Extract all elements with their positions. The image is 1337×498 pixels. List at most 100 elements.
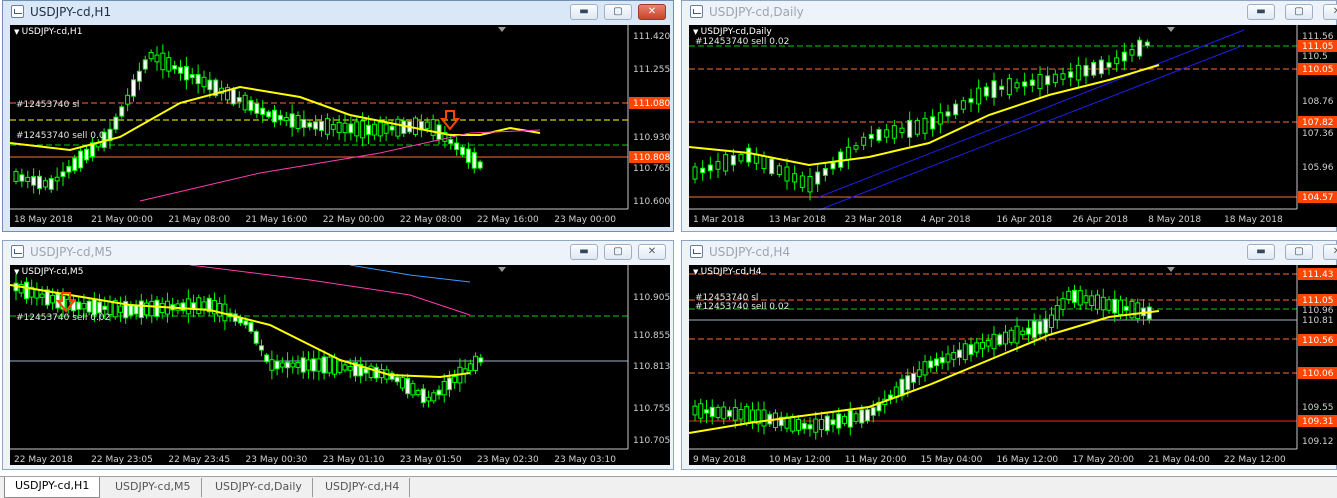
maximize-button[interactable]: ▢ (1285, 244, 1313, 260)
chart-symbol-label[interactable]: USDJPY-cd,H4 (693, 267, 762, 277)
candle-body (471, 152, 477, 169)
candle-body (997, 334, 1003, 346)
minimize-button[interactable]: ▬ (570, 4, 598, 20)
time-axis-label: 23 May 03:10 (554, 455, 616, 465)
candle-body (420, 388, 426, 404)
candle-body (916, 369, 922, 377)
candle-body (34, 289, 40, 299)
window-titlebar[interactable]: USDJPY-cd,Daily ▬ ▢ ✕ (682, 1, 1337, 23)
chart-symbol-label[interactable]: USDJPY-cd,M5 (14, 267, 84, 277)
candle-body (138, 300, 144, 319)
candle-body (730, 155, 736, 166)
price-axis-label: 109.31 (1302, 417, 1334, 427)
time-axis-label: 21 May 08:00 (168, 215, 230, 225)
time-axis-label: 15 May 04:00 (921, 455, 983, 465)
candle-body (847, 409, 853, 428)
chart-window-daily[interactable]: USDJPY-cd,Daily ▬ ▢ ✕ USDJPY-cd,Daily #1… (681, 0, 1337, 232)
close-button[interactable]: ✕ (1323, 4, 1337, 20)
close-button[interactable]: ✕ (1323, 244, 1337, 260)
tab-usdjpy-m5[interactable]: USDJPY-cd,M5 (105, 478, 202, 497)
candle-body (399, 377, 405, 389)
candle-body (891, 125, 897, 139)
candle-body (133, 304, 139, 315)
candle-body (960, 100, 966, 110)
chart-symbol-label[interactable]: USDJPY-cd,Daily (693, 27, 772, 37)
candle-body (928, 360, 934, 369)
tab-usdjpy-h1[interactable]: USDJPY-cd,H1 (4, 477, 101, 498)
candle-body (336, 121, 342, 133)
candle-body (81, 302, 87, 310)
candle-body (945, 353, 951, 363)
candle-body (401, 120, 407, 134)
candle-body (431, 392, 437, 402)
price-axis-label: 111.05 (1302, 42, 1334, 52)
candle-body (807, 175, 813, 193)
candle-body (1008, 329, 1014, 343)
order-annotation: #12453740 sell 0.02 (16, 313, 110, 323)
candle-body (836, 413, 842, 429)
price-axis-label: 110.855 (633, 331, 670, 341)
order-annotation: #12453740 sell 0.0 (16, 131, 105, 141)
chart-window-icon (690, 245, 703, 258)
minimize-button[interactable]: ▬ (1247, 244, 1275, 260)
maximize-button[interactable]: ▢ (604, 4, 632, 20)
chart-window-h4[interactable]: USDJPY-cd,H4 ▬ ▢ ✕ USDJPY-cd,H4 #1245374… (681, 240, 1337, 470)
candle-body (441, 381, 447, 396)
candle-body (876, 128, 882, 142)
candle-body (117, 305, 123, 313)
chart-window-h1[interactable]: USDJPY-cd,H1 ▬ ▢ ✕ USDJPY-cd,H1 #1245374… (2, 0, 674, 232)
maximize-button[interactable]: ▢ (1285, 4, 1313, 20)
time-axis-label: 22 May 23:45 (168, 455, 230, 465)
candle-body (84, 148, 89, 161)
chart-canvas[interactable]: USDJPY-cd,Daily #12453740 sell 0.02111.5… (689, 25, 1337, 227)
minimize-button[interactable]: ▬ (1247, 4, 1275, 20)
candle-body (305, 359, 311, 371)
candle-body (86, 300, 92, 313)
candle-body (1135, 302, 1141, 320)
candle-body (113, 116, 119, 130)
candle-body (316, 358, 322, 372)
candle-body (1072, 289, 1077, 303)
candle-body (1060, 73, 1066, 80)
price-chart: #12453740 sl #12453740 sell 0.0 111.420 111… (10, 25, 670, 225)
tab-usdjpy-daily[interactable]: USDJPY-cd,Daily (205, 478, 313, 497)
candle-body (1114, 57, 1120, 65)
chart-canvas[interactable]: USDJPY-cd,M5 #12453740 sell 0.02 110.905 1… (10, 265, 670, 465)
chart-shift-marker-icon (498, 27, 506, 32)
candle-body (426, 396, 432, 402)
maximize-button[interactable]: ▢ (604, 244, 632, 260)
candle-body (97, 301, 103, 314)
price-axis-label: 110.765 (633, 164, 670, 174)
candle-body (983, 86, 989, 97)
candle-body (454, 142, 460, 151)
chart-canvas[interactable]: USDJPY-cd,H1 #12453740 sl #12453740 sell … (10, 25, 670, 227)
price-axis-label: 111.43 (1302, 270, 1334, 280)
close-button[interactable]: ✕ (638, 4, 666, 20)
candle-body (1089, 295, 1095, 306)
close-button[interactable]: ✕ (638, 244, 666, 260)
candle-body (25, 176, 31, 182)
window-title: USDJPY-cd,Daily (709, 5, 804, 19)
chart-canvas[interactable]: USDJPY-cd,H4 #12453740 sl#12453740 sell … (689, 265, 1337, 465)
price-axis-label: 107.36 (1302, 129, 1334, 139)
candle-body (905, 375, 911, 391)
window-titlebar[interactable]: USDJPY-cd,M5 ▬ ▢ ✕ (3, 241, 673, 263)
tab-usdjpy-h4[interactable]: USDJPY-cd,H4 (315, 478, 411, 497)
chart-symbol-label[interactable]: USDJPY-cd,H1 (14, 27, 83, 37)
candle-body (819, 419, 824, 430)
chart-window-m5[interactable]: USDJPY-cd,M5 ▬ ▢ ✕ USDJPY-cd,M5 #1245374… (2, 240, 674, 470)
candle-body (166, 57, 172, 72)
chart-shift-marker-icon (498, 267, 506, 272)
candle-body (937, 112, 943, 125)
price-axis-label: 110.600 (633, 197, 670, 207)
candle-body (178, 66, 183, 74)
candle-body (119, 106, 125, 117)
candle-body (1129, 49, 1135, 56)
candle-body (377, 121, 383, 137)
candle-body (784, 166, 790, 182)
window-titlebar[interactable]: USDJPY-cd,H1 ▬ ▢ ✕ (3, 1, 673, 23)
window-titlebar[interactable]: USDJPY-cd,H4 ▬ ▢ ✕ (682, 241, 1337, 263)
candle-body (76, 301, 82, 310)
minimize-button[interactable]: ▬ (570, 244, 598, 260)
candle-body (189, 74, 195, 79)
